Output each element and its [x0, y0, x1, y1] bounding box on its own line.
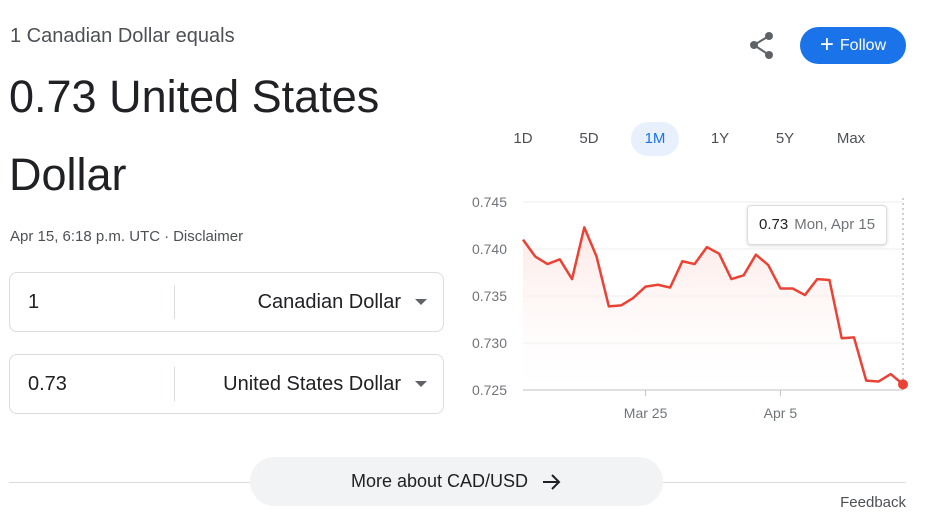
converted-value-line1: 0.73 United States: [9, 71, 380, 122]
conversion-subtitle: 1 Canadian Dollar equals: [10, 25, 235, 47]
tab-1m[interactable]: 1M: [631, 122, 679, 156]
current-point: [898, 379, 908, 390]
from-currency-select[interactable]: Canadian Dollar: [258, 273, 401, 331]
y-tick-label: 0.730: [472, 335, 507, 351]
timestamp-row: Apr 15, 6:18 p.m. UTC · Disclaimer: [10, 228, 243, 245]
y-tick-label: 0.725: [472, 382, 507, 398]
separator: ·: [164, 228, 170, 245]
divider-right: [663, 482, 906, 483]
chart-tooltip: 0.73 Mon, Apr 15: [747, 205, 888, 245]
y-tick-label: 0.745: [472, 194, 507, 210]
divider-left: [9, 482, 250, 483]
share-icon[interactable]: [745, 28, 779, 62]
tab-1d[interactable]: 1D: [500, 122, 546, 156]
feedback-link[interactable]: Feedback: [840, 494, 906, 511]
to-currency-select[interactable]: United States Dollar: [223, 355, 401, 413]
y-tick-label: 0.735: [472, 288, 507, 304]
tooltip-date: Mon, Apr 15: [794, 216, 876, 233]
from-amount-input[interactable]: 1: [28, 273, 39, 331]
from-currency-row: 1 Canadian Dollar: [9, 272, 444, 332]
caret-down-icon[interactable]: [415, 381, 427, 387]
follow-label: Follow: [839, 36, 887, 54]
range-tabs: 1D 5D 1M 1Y 5Y Max: [500, 122, 900, 156]
field-divider: [174, 367, 175, 401]
field-divider: [174, 285, 175, 319]
to-amount-input[interactable]: 0.73: [28, 355, 67, 413]
x-tick-label: Mar 25: [624, 405, 668, 421]
more-about-button[interactable]: More about CAD/USD: [250, 457, 663, 506]
tab-5d[interactable]: 5D: [566, 122, 612, 156]
tab-5y[interactable]: 5Y: [762, 122, 808, 156]
timestamp: Apr 15, 6:18 p.m. UTC: [10, 228, 161, 245]
caret-down-icon[interactable]: [415, 299, 427, 305]
tooltip-value: 0.73: [759, 216, 789, 233]
tab-1y[interactable]: 1Y: [697, 122, 743, 156]
disclaimer-link[interactable]: Disclaimer: [173, 228, 243, 245]
follow-button[interactable]: + Follow: [800, 27, 906, 64]
plus-icon: +: [819, 30, 834, 58]
x-tick-label: Apr 5: [764, 405, 798, 421]
more-about-label: More about CAD/USD: [350, 471, 529, 491]
converted-value-line2: Dollar: [9, 149, 127, 200]
tab-max[interactable]: Max: [826, 122, 876, 156]
to-currency-row: 0.73 United States Dollar: [9, 354, 444, 414]
y-tick-label: 0.740: [472, 241, 507, 257]
arrow-right-icon: [543, 473, 561, 490]
